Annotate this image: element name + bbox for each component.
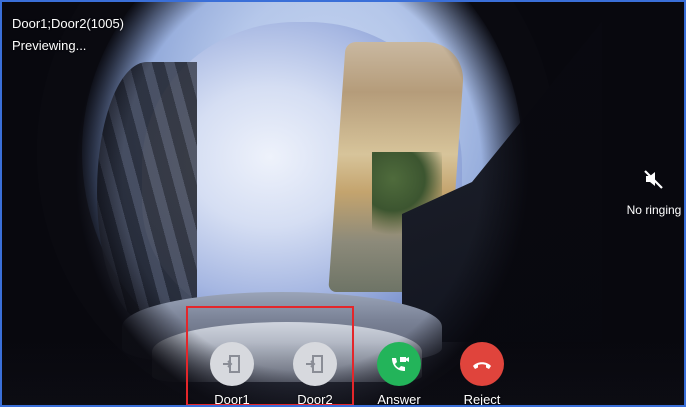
- speaker-muted-icon: [642, 167, 666, 191]
- call-title: Door1;Door2(1005): [12, 16, 125, 31]
- video-call-icon: [392, 357, 409, 371]
- ringing-label: No ringing: [626, 203, 682, 217]
- answer-label: Answer: [377, 392, 421, 407]
- answer-button[interactable]: Answer: [364, 342, 434, 407]
- door-buttons-highlight: [186, 306, 354, 405]
- no-ringing-toggle[interactable]: No ringing: [620, 167, 684, 227]
- call-status: Previewing...: [12, 38, 87, 53]
- call-preview-screen: Door1;Door2(1005) Previewing... No ringi…: [0, 0, 686, 407]
- answer-circle: [377, 342, 421, 386]
- reject-circle: [460, 342, 504, 386]
- hangup-icon: [473, 362, 491, 369]
- reject-label: Reject: [463, 392, 501, 407]
- reject-button[interactable]: Reject: [447, 342, 517, 407]
